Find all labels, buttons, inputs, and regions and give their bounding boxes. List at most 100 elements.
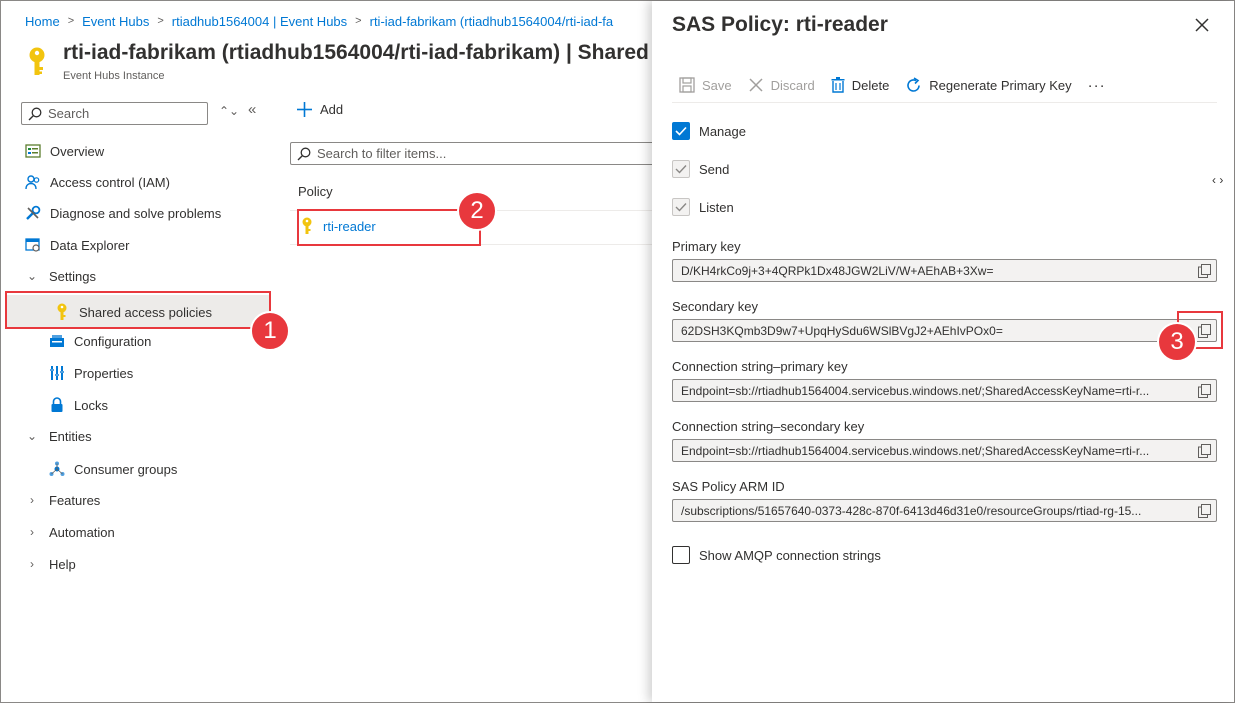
- delete-button[interactable]: Delete: [831, 77, 890, 93]
- nav-item-access-control[interactable]: Access control (IAM): [1, 168, 276, 196]
- search-icon: [28, 107, 42, 120]
- discard-button[interactable]: Discard: [748, 77, 815, 93]
- chevron-right-icon: ›: [30, 493, 34, 507]
- copy-icon[interactable]: [1198, 264, 1211, 278]
- copy-icon[interactable]: [1198, 444, 1211, 458]
- delete-label: Delete: [851, 77, 890, 93]
- nav-label: Help: [49, 556, 76, 572]
- refresh-icon: [907, 76, 921, 92]
- step-badge-3: 3: [1157, 322, 1197, 362]
- filter-input[interactable]: Search to filter items...: [290, 142, 655, 165]
- nav-group-features[interactable]: › Features: [1, 486, 276, 514]
- configuration-icon: [48, 332, 66, 350]
- regenerate-label: Regenerate Primary Key: [929, 77, 1072, 93]
- chevron-right-icon: ›: [30, 525, 34, 539]
- wrench-icon: [24, 204, 42, 222]
- discard-icon: [749, 78, 763, 92]
- copy-icon[interactable]: [1198, 384, 1211, 398]
- add-button[interactable]: Add: [297, 102, 343, 117]
- secondary-key-label: Secondary key: [672, 299, 758, 314]
- chevron-right-icon: ›: [30, 557, 34, 571]
- lock-icon: [48, 396, 66, 414]
- sort-icon[interactable]: ⌃⌄: [219, 104, 239, 118]
- chevron-right-icon: >: [355, 15, 362, 27]
- secondary-key-field[interactable]: 62DSH3KQmb3D9w7+UpqHySdu6WSlBVgJ2+AEhIvP…: [672, 319, 1217, 342]
- panel-title: SAS Policy: rti-reader: [672, 13, 888, 36]
- trash-icon: [831, 77, 845, 93]
- consumer-groups-icon: [48, 460, 66, 478]
- search-icon: [297, 147, 311, 160]
- nav-item-locks[interactable]: Locks: [1, 391, 276, 419]
- nav-group-help[interactable]: › Help: [1, 550, 276, 578]
- chevron-right-icon: >: [67, 15, 75, 27]
- page-subtitle: Event Hubs Instance: [63, 70, 165, 82]
- manage-checkbox-row[interactable]: Manage: [672, 122, 746, 140]
- nav-label: Features: [49, 492, 101, 508]
- nav-item-overview[interactable]: Overview: [1, 137, 276, 165]
- save-button[interactable]: Save: [679, 77, 732, 93]
- nav-label: Diagnose and solve problems: [50, 205, 222, 221]
- properties-icon: [48, 364, 66, 382]
- save-icon: [679, 77, 695, 93]
- resize-handle-icon[interactable]: ‹ ›: [1212, 173, 1223, 187]
- nav-search-input[interactable]: Search: [21, 102, 208, 125]
- listen-checkbox-row[interactable]: Listen: [672, 198, 734, 216]
- close-icon[interactable]: [1192, 15, 1212, 35]
- highlight-box-1: [5, 291, 271, 329]
- nav-group-automation[interactable]: › Automation: [1, 518, 276, 546]
- connection-string-secondary-label: Connection string–secondary key: [672, 419, 865, 434]
- nav-label: Entities: [49, 428, 92, 444]
- nav-label: Settings: [49, 268, 96, 284]
- filter-placeholder: Search to filter items...: [317, 146, 447, 161]
- send-checkbox-row[interactable]: Send: [672, 160, 729, 178]
- amqp-label: Show AMQP connection strings: [699, 547, 881, 563]
- arm-id-value: /subscriptions/51657640-0373-428c-870f-6…: [681, 503, 1142, 518]
- collapse-icon[interactable]: «: [248, 101, 256, 118]
- manage-checkbox[interactable]: [672, 122, 690, 140]
- breadcrumb-home[interactable]: Home: [25, 14, 60, 29]
- discard-label: Discard: [770, 77, 815, 93]
- nav-label: Automation: [49, 524, 115, 540]
- arm-id-field[interactable]: /subscriptions/51657640-0373-428c-870f-6…: [672, 499, 1217, 522]
- nav-item-properties[interactable]: Properties: [1, 359, 276, 387]
- sas-policy-panel: SAS Policy: rti-reader Save Discard Dele…: [652, 1, 1234, 702]
- breadcrumb-namespace[interactable]: rtiadhub1564004 | Event Hubs: [172, 14, 347, 29]
- send-checkbox[interactable]: [672, 160, 690, 178]
- step-badge-2: 2: [457, 191, 497, 231]
- nav-item-diagnose[interactable]: Diagnose and solve problems: [1, 199, 276, 227]
- arm-id-label: SAS Policy ARM ID: [672, 479, 785, 494]
- listen-checkbox[interactable]: [672, 198, 690, 216]
- connection-string-secondary-field[interactable]: Endpoint=sb://rtiadhub1564004.servicebus…: [672, 439, 1217, 462]
- column-header-policy[interactable]: Policy: [298, 184, 333, 199]
- nav-item-data-explorer[interactable]: Data Explorer: [1, 231, 276, 259]
- nav-item-configuration[interactable]: Configuration: [1, 327, 276, 355]
- checkmark-icon: [675, 165, 687, 174]
- nav-label: Consumer groups: [74, 461, 178, 477]
- nav-label: Configuration: [74, 333, 152, 349]
- send-label: Send: [699, 161, 730, 177]
- secondary-key-value: 62DSH3KQmb3D9w7+UpqHySdu6WSlBVgJ2+AEhIvP…: [681, 323, 1003, 338]
- more-icon: ···: [1087, 76, 1106, 94]
- checkmark-icon: [675, 203, 687, 212]
- connection-string-primary-value: Endpoint=sb://rtiadhub1564004.servicebus…: [681, 383, 1150, 398]
- amqp-checkbox-row[interactable]: Show AMQP connection strings: [672, 546, 881, 564]
- nav-group-entities[interactable]: ⌄ Entities: [1, 422, 276, 450]
- more-options-button[interactable]: ···: [1088, 77, 1106, 94]
- primary-key-field[interactable]: D/KH4rkCo9j+3+4QRPk1Dx48JGW2LiV/W+AEhAB+…: [672, 259, 1217, 282]
- amqp-checkbox[interactable]: [672, 546, 690, 564]
- breadcrumb-event-hubs[interactable]: Event Hubs: [82, 14, 149, 29]
- connection-string-primary-field[interactable]: Endpoint=sb://rtiadhub1564004.servicebus…: [672, 379, 1217, 402]
- breadcrumb: Home > Event Hubs > rtiadhub1564004 | Ev…: [25, 12, 613, 30]
- nav-item-consumer-groups[interactable]: Consumer groups: [1, 455, 276, 483]
- regenerate-primary-key-button[interactable]: Regenerate Primary Key: [905, 76, 1072, 94]
- add-label: Add: [320, 102, 344, 117]
- nav-label: Data Explorer: [50, 237, 130, 253]
- nav-label: Access control (IAM): [50, 174, 170, 190]
- nav-group-settings[interactable]: ⌄ Settings: [1, 262, 276, 290]
- chevron-right-icon: >: [157, 15, 164, 27]
- breadcrumb-instance[interactable]: rti-iad-fabrikam (rtiadhub1564004/rti-ia…: [370, 14, 614, 29]
- overview-icon: [24, 142, 42, 160]
- copy-icon[interactable]: [1198, 504, 1211, 518]
- step-badge-1: 1: [250, 311, 290, 351]
- nav-label: Overview: [50, 143, 105, 159]
